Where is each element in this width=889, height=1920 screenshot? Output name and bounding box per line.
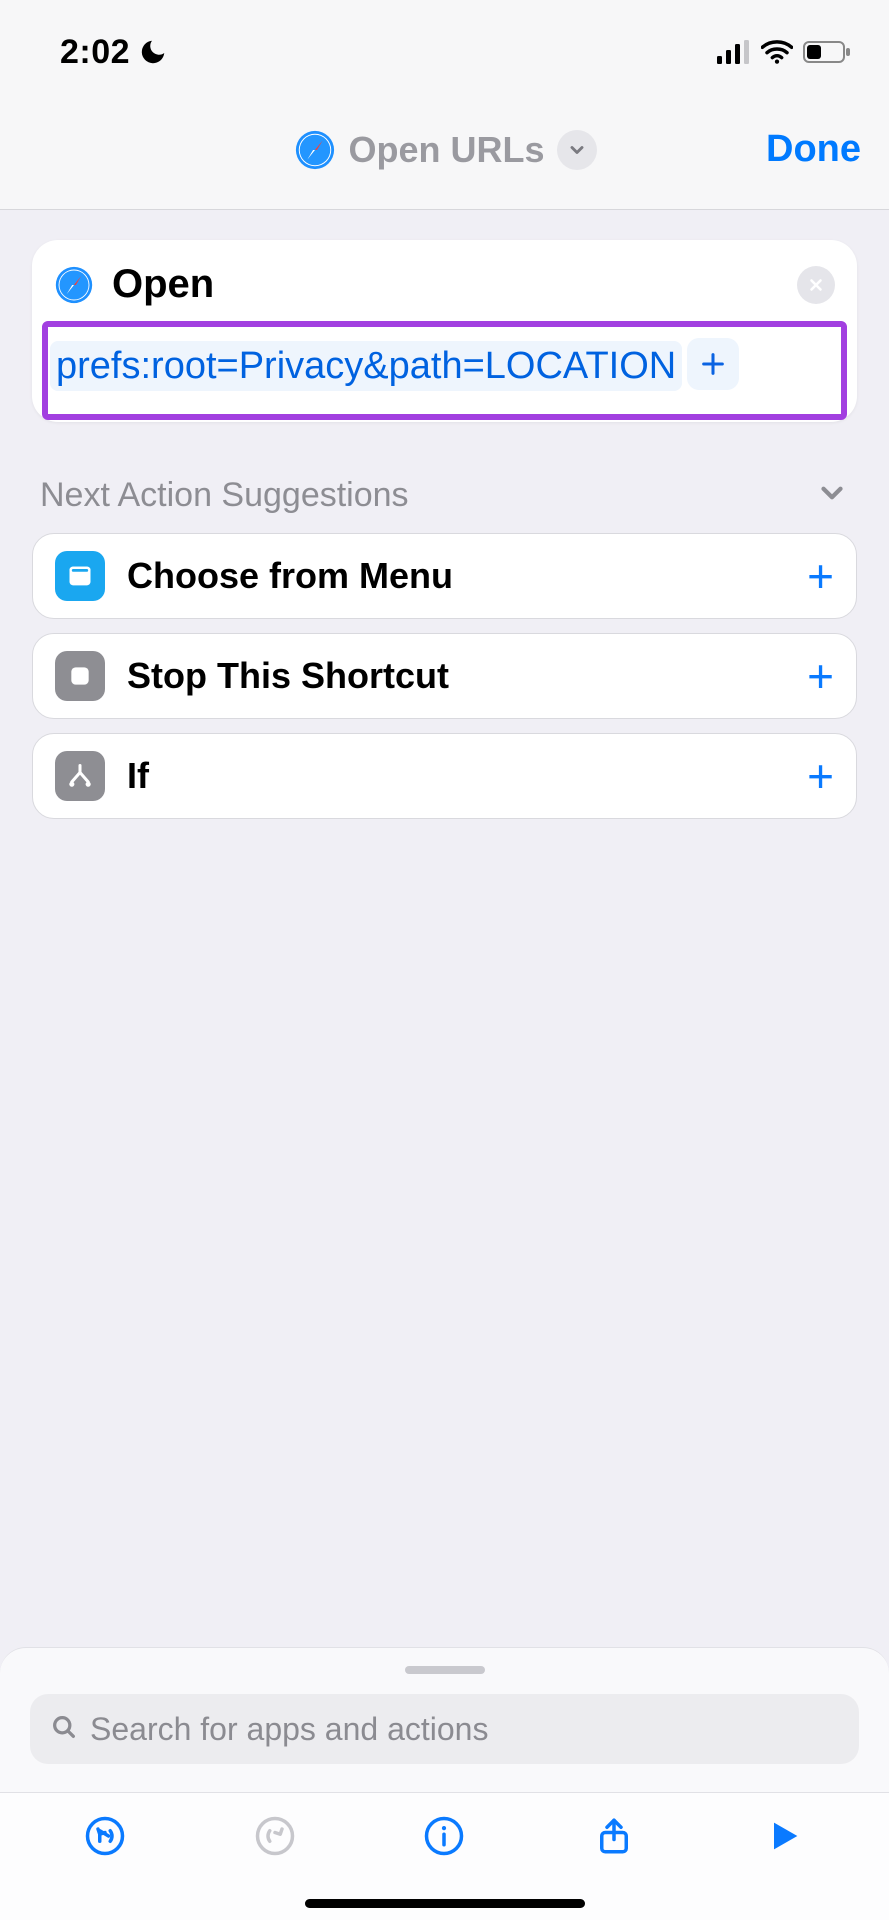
safari-app-icon (54, 265, 94, 305)
wifi-icon (761, 40, 793, 64)
search-icon (50, 1713, 78, 1746)
action-search-input[interactable] (90, 1711, 839, 1748)
stop-icon (55, 651, 105, 701)
suggestion-label: Stop This Shortcut (127, 655, 449, 697)
suggestion-choose-from-menu[interactable]: Choose from Menu + (32, 533, 857, 619)
suggestion-list: Choose from Menu + Stop This Shortcut + … (32, 533, 857, 819)
action-search-panel[interactable] (0, 1647, 889, 1792)
done-button[interactable]: Done (766, 128, 861, 171)
share-button[interactable] (591, 1813, 637, 1859)
editor-header: Open URLs Done (0, 90, 889, 210)
cellular-signal-icon (717, 40, 751, 64)
status-time: 2:02 (60, 33, 130, 72)
redo-button (252, 1813, 298, 1859)
title-options-button[interactable] (557, 130, 597, 170)
add-suggestion-button[interactable]: + (807, 553, 834, 599)
status-bar: 2:02 (0, 0, 889, 90)
menu-card-icon (55, 551, 105, 601)
battery-icon (803, 40, 851, 64)
run-button[interactable] (761, 1813, 807, 1859)
home-indicator[interactable] (305, 1899, 585, 1908)
action-title: Open (112, 262, 214, 307)
suggestion-if[interactable]: If + (32, 733, 857, 819)
do-not-disturb-moon-icon (138, 37, 168, 67)
open-urls-action-card[interactable]: Open prefs:root=Privacy&path=LOCATION (32, 240, 857, 422)
url-parameter-highlight: prefs:root=Privacy&path=LOCATION (42, 321, 847, 420)
branch-icon (55, 751, 105, 801)
remove-action-button[interactable] (797, 266, 835, 304)
suggestion-label: If (127, 755, 149, 797)
add-suggestion-button[interactable]: + (807, 653, 834, 699)
add-url-button[interactable] (687, 338, 739, 390)
add-suggestion-button[interactable]: + (807, 753, 834, 799)
action-search-field[interactable] (30, 1694, 859, 1764)
collapse-suggestions-icon[interactable] (815, 476, 849, 515)
drag-handle[interactable] (405, 1666, 485, 1674)
safari-app-icon (292, 128, 336, 172)
undo-button[interactable] (82, 1813, 128, 1859)
info-button[interactable] (421, 1813, 467, 1859)
url-parameter-token[interactable]: prefs:root=Privacy&path=LOCATION (50, 341, 682, 391)
suggestion-stop-this-shortcut[interactable]: Stop This Shortcut + (32, 633, 857, 719)
shortcut-title[interactable]: Open URLs (348, 129, 544, 171)
suggestion-label: Choose from Menu (127, 555, 453, 597)
suggestions-heading: Next Action Suggestions (40, 476, 409, 515)
